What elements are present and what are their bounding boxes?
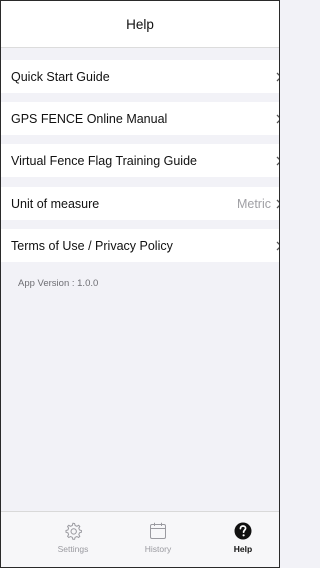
tab-help[interactable]: Help [213,521,273,554]
chevron-right-icon [276,102,279,135]
tab-history[interactable]: History [128,521,188,554]
calendar-icon [128,521,188,541]
question-icon [213,521,273,541]
menu-item-quick-start-guide[interactable]: Quick Start Guide [1,60,279,93]
unit-value: Metric [236,196,271,211]
app-version: App Version : 1.0.0 [18,278,99,289]
menu-item-terms-privacy[interactable]: Terms of Use / Privacy Policy [1,229,279,262]
gear-icon [43,521,103,541]
menu-item-unit-of-measure[interactable]: Unit of measure Metric [1,187,279,220]
menu-item-label: GPS FENCE Online Manual [11,111,168,126]
nav-header: Help [1,1,279,48]
menu-item-label: Virtual Fence Flag Training Guide [11,153,197,168]
tab-bar: Settings History Help [1,511,279,567]
tab-settings[interactable]: Settings [43,521,103,554]
chevron-right-icon [276,144,279,177]
menu-item-training-guide[interactable]: Virtual Fence Flag Training Guide [1,144,279,177]
chevron-right-icon [276,187,279,220]
chevron-right-icon [276,60,279,93]
tab-label: Settings [57,544,89,554]
menu-item-label: Quick Start Guide [11,69,110,84]
tab-label: Help [233,544,253,554]
tab-label: History [144,544,172,554]
chevron-right-icon [276,229,279,262]
app-screen: Help Quick Start Guide GPS FENCE Online … [0,0,280,568]
page-title: Help [126,16,154,32]
menu-item-label: Unit of measure [11,196,100,211]
menu-item-label: Terms of Use / Privacy Policy [11,238,173,253]
menu-item-online-manual[interactable]: GPS FENCE Online Manual [1,102,279,135]
